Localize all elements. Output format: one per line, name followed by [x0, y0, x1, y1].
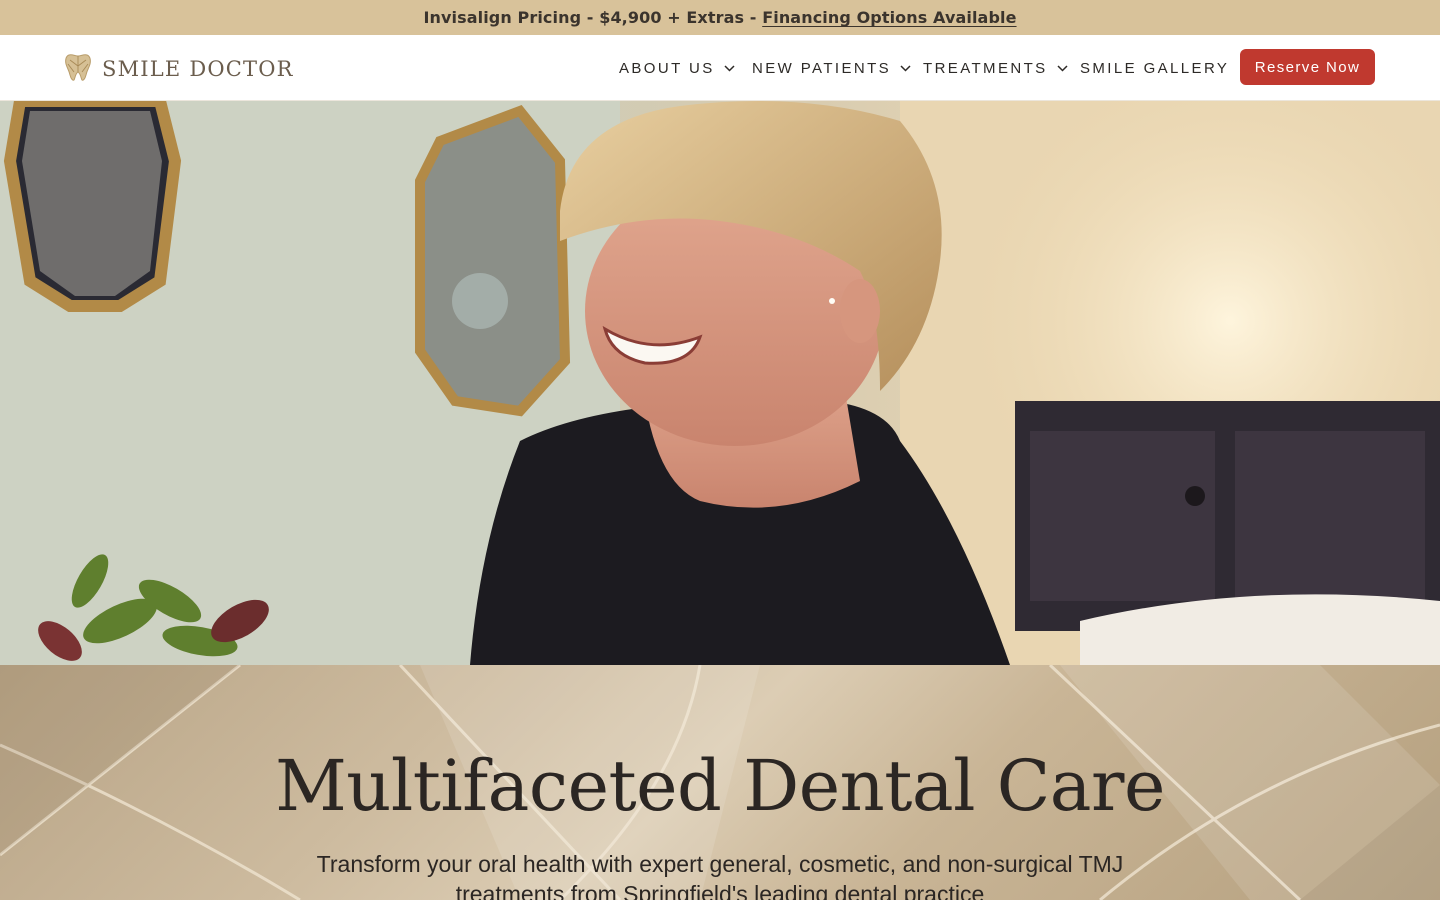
logo[interactable]: SMILE DOCTOR: [64, 53, 294, 85]
reserve-now-button[interactable]: Reserve Now: [1240, 49, 1375, 85]
tooth-icon: [64, 52, 92, 86]
announcement-bar: Invisalign Pricing - $4,900 + Extras - F…: [0, 0, 1440, 35]
nav-treatments-label: TREATMENTS: [923, 59, 1048, 77]
site-header: SMILE DOCTOR ABOUT US NEW PATIENTS TREAT…: [0, 35, 1440, 101]
nav-treatments[interactable]: TREATMENTS: [923, 58, 1069, 78]
nav-about-us[interactable]: ABOUT US: [619, 58, 736, 78]
announcement-pricing-text: Invisalign Pricing - $4,900 + Extras -: [423, 8, 757, 27]
page-title: Multifaceted Dental Care: [275, 745, 1165, 827]
nav-new-patients-label: NEW PATIENTS: [752, 59, 892, 77]
financing-link[interactable]: Financing Options Available: [762, 8, 1016, 27]
nav-about-us-label: ABOUT US: [619, 59, 715, 77]
chevron-down-icon: [900, 64, 911, 72]
page-subtitle: Transform your oral health with expert g…: [316, 851, 1124, 900]
intro-section: Multifaceted Dental Care Transform your …: [0, 665, 1440, 900]
nav-new-patients[interactable]: NEW PATIENTS: [752, 58, 912, 78]
smiling-woman-photo: [0, 101, 1440, 665]
nav-smile-gallery-label: SMILE GALLERY: [1080, 59, 1230, 77]
chevron-down-icon: [1057, 64, 1068, 72]
hero-image: [0, 101, 1440, 665]
nav-smile-gallery[interactable]: SMILE GALLERY: [1080, 58, 1229, 78]
chevron-down-icon: [724, 64, 735, 72]
logo-text: SMILE DOCTOR: [102, 57, 294, 81]
